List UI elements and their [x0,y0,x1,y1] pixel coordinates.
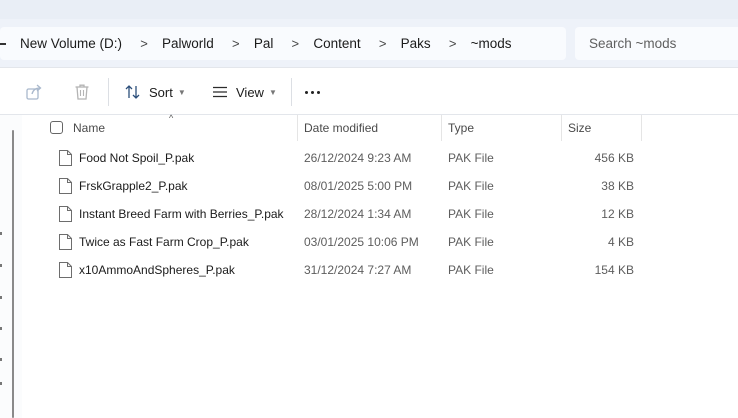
sort-button[interactable]: Sort ▼ [124,78,186,106]
file-icon [59,262,72,278]
chevron-right-icon[interactable]: > [435,36,471,51]
share-icon[interactable] [24,82,44,102]
sort-label: Sort [149,84,173,100]
file-icon [59,178,72,194]
column-divider[interactable] [641,115,642,141]
column-divider[interactable] [441,115,442,141]
navigation-item-marker [0,296,2,299]
file-row[interactable]: Food Not Spoil_P.pak 26/12/2024 9:23 AM … [22,144,738,172]
navigation-scrollbar[interactable] [12,130,14,418]
breadcrumb-item-content[interactable]: Content [313,36,360,51]
view-list-icon [213,86,227,98]
navigation-item-marker [0,327,2,330]
file-date-modified: 08/01/2025 5:00 PM [304,179,413,193]
breadcrumb-item-palworld[interactable]: Palworld [162,36,214,51]
navigation-item-marker [0,358,2,361]
breadcrumb-item-pal[interactable]: Pal [254,36,274,51]
chevron-right-icon[interactable]: > [218,36,254,51]
breadcrumb-item-mods[interactable]: ~mods [471,36,512,51]
chevron-down-icon: ▼ [268,87,277,97]
select-all-checkbox[interactable] [50,121,63,134]
column-header-row: Name ^ Date modified Type Size [22,113,738,141]
file-type: PAK File [448,179,494,193]
navigation-item-marker [0,382,2,385]
sort-ascending-icon: ^ [169,113,174,123]
file-date-modified: 26/12/2024 9:23 AM [304,151,412,165]
column-divider[interactable] [297,115,298,141]
file-list: Food Not Spoil_P.pak 26/12/2024 9:23 AM … [22,144,738,284]
window-top-strip [0,0,738,19]
chevron-down-icon: ▼ [177,87,186,97]
file-type: PAK File [448,263,494,277]
more-horizontal-icon[interactable] [305,91,320,94]
column-header-date-modified[interactable]: Date modified [304,115,378,141]
column-header-type[interactable]: Type [448,115,474,141]
file-size: 456 KB [594,151,634,165]
navigation-item-marker [0,264,2,267]
file-size: 38 KB [601,179,634,193]
view-label: View [236,84,264,100]
search-input[interactable]: Search ~mods [575,27,738,60]
search-placeholder: Search ~mods [589,36,677,51]
navigation-item-marker [0,232,2,235]
file-date-modified: 03/01/2025 10:06 PM [304,235,419,249]
toolbar-separator [108,78,109,106]
breadcrumb-item-volume[interactable]: New Volume (D:) [20,36,122,51]
navigation-pane[interactable] [0,115,22,418]
file-date-modified: 31/12/2024 7:27 AM [304,263,412,277]
file-size: 154 KB [594,263,634,277]
command-bar: Sort ▼ View ▼ [0,67,738,115]
column-divider[interactable] [561,115,562,141]
file-row[interactable]: FrskGrapple2_P.pak 08/01/2025 5:00 PM PA… [22,172,738,200]
toolbar-separator [291,78,292,106]
column-header-name[interactable]: Name [73,115,105,141]
file-icon [59,206,72,222]
file-size: 4 KB [607,235,634,249]
file-date-modified: 28/12/2024 1:34 AM [304,207,412,221]
file-type: PAK File [448,235,494,249]
column-header-size[interactable]: Size [568,115,591,141]
breadcrumb-item-paks[interactable]: Paks [401,36,431,51]
file-name: Food Not Spoil_P.pak [79,151,195,165]
file-name: x10AmmoAndSpheres_P.pak [79,263,235,277]
view-button[interactable]: View ▼ [211,78,277,106]
sort-icon [125,85,140,99]
file-type: PAK File [448,151,494,165]
file-row[interactable]: Instant Breed Farm with Berries_P.pak 28… [22,200,738,228]
breadcrumb[interactable]: New Volume (D:) > Palworld > Pal > Conte… [0,27,566,60]
chevron-right-icon[interactable]: > [126,36,162,51]
breadcrumb-overflow-icon[interactable] [0,42,6,45]
file-name: Instant Breed Farm with Berries_P.pak [79,207,284,221]
file-name: Twice as Fast Farm Crop_P.pak [79,235,249,249]
chevron-right-icon[interactable]: > [365,36,401,51]
trash-icon[interactable] [72,82,92,102]
file-row[interactable]: Twice as Fast Farm Crop_P.pak 03/01/2025… [22,228,738,256]
file-type: PAK File [448,207,494,221]
file-icon [59,234,72,250]
file-row[interactable]: x10AmmoAndSpheres_P.pak 31/12/2024 7:27 … [22,256,738,284]
file-icon [59,150,72,166]
file-size: 12 KB [601,207,634,221]
file-name: FrskGrapple2_P.pak [79,179,188,193]
chevron-right-icon[interactable]: > [277,36,313,51]
